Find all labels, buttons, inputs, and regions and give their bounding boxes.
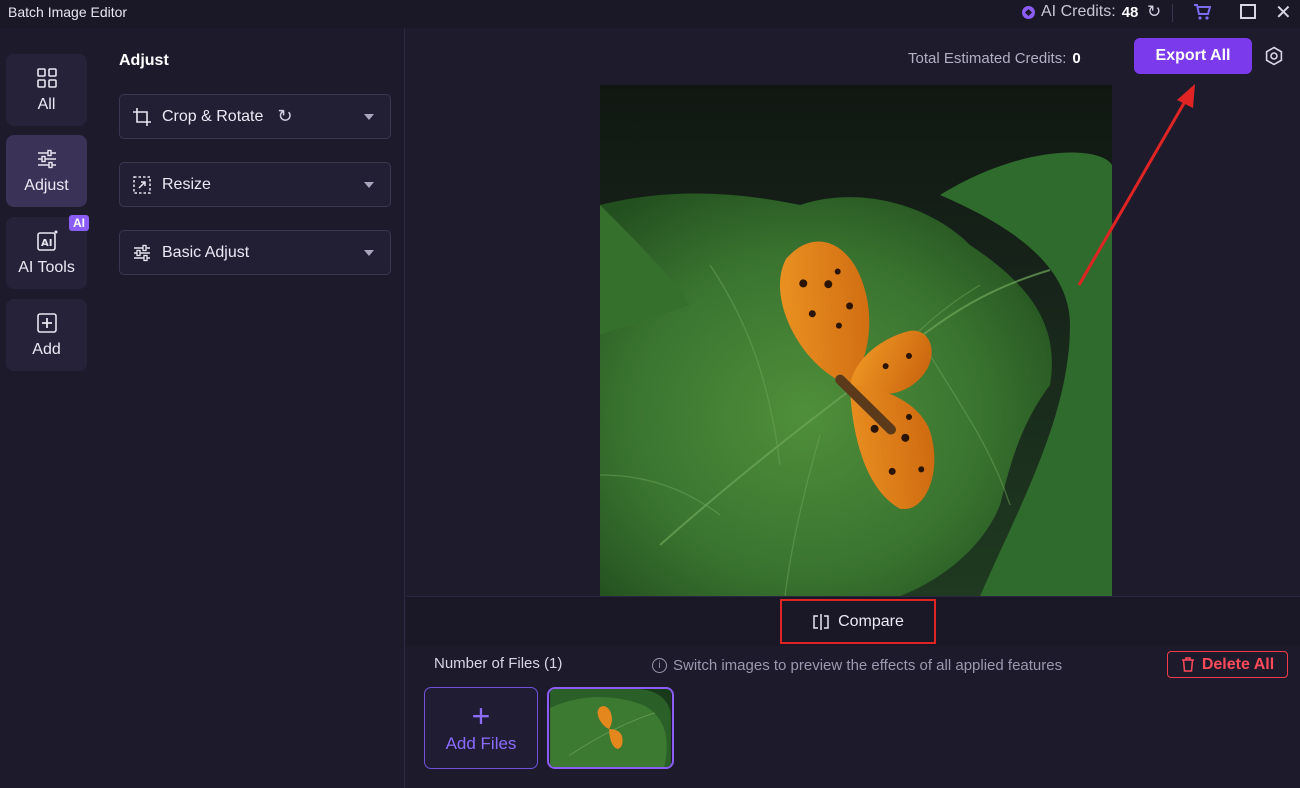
crop-rotate-section[interactable]: Crop & Rotate ↻ bbox=[119, 94, 391, 139]
panel-title: Adjust bbox=[119, 52, 169, 69]
total-estimated-credits: Total Estimated Credits: 0 bbox=[908, 50, 1081, 67]
chevron-down-icon bbox=[364, 114, 374, 120]
butterfly-thumbnail-image bbox=[550, 689, 671, 767]
info-icon: i bbox=[652, 658, 667, 673]
butterfly-leaf-photo bbox=[600, 85, 1112, 596]
compare-icon bbox=[813, 613, 829, 630]
ai-credits[interactable]: AI Credits: 48 bbox=[1022, 3, 1138, 21]
delete-all-button[interactable]: Delete All bbox=[1167, 651, 1288, 678]
add-files-button[interactable]: + Add Files bbox=[424, 687, 538, 769]
add-files-label: Add Files bbox=[445, 734, 517, 753]
titlebar-divider bbox=[1172, 4, 1173, 22]
ai-badge: AI bbox=[69, 215, 89, 231]
nav-label-add: Add bbox=[32, 341, 61, 358]
nav-item-ai-tools[interactable]: AI AI Tools AI bbox=[6, 215, 89, 289]
refresh-credits-icon[interactable]: ↻ bbox=[1147, 2, 1161, 22]
ai-tools-icon: AI bbox=[36, 230, 57, 251]
compare-button[interactable]: Compare bbox=[780, 599, 936, 644]
credits-value: 48 bbox=[1121, 3, 1139, 21]
cart-icon[interactable] bbox=[1193, 3, 1211, 21]
export-all-button[interactable]: Export All bbox=[1134, 38, 1252, 74]
credits-label: AI Credits: bbox=[1041, 3, 1116, 20]
file-thumbnail[interactable] bbox=[547, 687, 674, 769]
nav-item-adjust[interactable]: Adjust bbox=[6, 135, 87, 207]
svg-text:AI: AI bbox=[41, 238, 52, 249]
chevron-down-icon bbox=[364, 250, 374, 256]
crop-icon bbox=[133, 107, 151, 126]
resize-icon bbox=[133, 175, 151, 194]
compare-label: Compare bbox=[838, 612, 904, 630]
grid-icon bbox=[36, 68, 57, 88]
basic-adjust-label: Basic Adjust bbox=[162, 243, 250, 261]
app-title: Batch Image Editor bbox=[8, 4, 128, 20]
plus-icon: + bbox=[471, 698, 491, 734]
settings-icon[interactable] bbox=[1264, 46, 1284, 66]
basic-adjust-section[interactable]: Basic Adjust bbox=[119, 230, 391, 275]
resize-label: Resize bbox=[162, 175, 211, 193]
adjust-panel: Adjust Crop & Rotate ↻ Resize Basic Adju… bbox=[95, 28, 405, 788]
files-count: Number of Files (1) bbox=[434, 655, 563, 672]
resize-section[interactable]: Resize bbox=[119, 162, 391, 207]
sliders-icon bbox=[134, 244, 150, 261]
trash-icon bbox=[1181, 657, 1194, 672]
preview-hint: i Switch images to preview the effects o… bbox=[652, 657, 1062, 674]
image-preview bbox=[600, 85, 1112, 596]
chevron-down-icon bbox=[364, 182, 374, 188]
nav-item-all[interactable]: All bbox=[6, 54, 87, 126]
nav-item-add[interactable]: Add bbox=[6, 299, 87, 371]
sliders-icon bbox=[37, 149, 56, 169]
title-bar: Batch Image Editor AI Credits: 48 ↻ ✕ bbox=[0, 0, 1300, 28]
close-icon[interactable]: ✕ bbox=[1275, 0, 1292, 25]
left-nav: All Adjust AI AI Tools AI Add bbox=[0, 28, 95, 788]
plus-box-icon bbox=[36, 313, 57, 333]
total-credits-label: Total Estimated Credits: bbox=[908, 50, 1067, 67]
total-credits-value: 0 bbox=[1072, 50, 1081, 67]
nav-label-all: All bbox=[37, 96, 56, 113]
reset-icon[interactable]: ↻ bbox=[277, 106, 292, 127]
delete-all-label: Delete All bbox=[1201, 655, 1275, 673]
nav-label-adjust: Adjust bbox=[24, 177, 69, 194]
nav-label-ai-tools: AI Tools bbox=[18, 259, 75, 276]
maximize-icon[interactable] bbox=[1240, 4, 1256, 19]
main-area: Total Estimated Credits: 0 Export All Co… bbox=[406, 28, 1300, 788]
credits-gem-icon bbox=[1022, 5, 1035, 19]
files-bar: Number of Files (1) i Switch images to p… bbox=[406, 646, 1300, 788]
hint-text: Switch images to preview the effects of … bbox=[673, 657, 1063, 674]
crop-rotate-label: Crop & Rotate bbox=[162, 107, 264, 125]
compare-bar: Compare bbox=[406, 596, 1300, 646]
